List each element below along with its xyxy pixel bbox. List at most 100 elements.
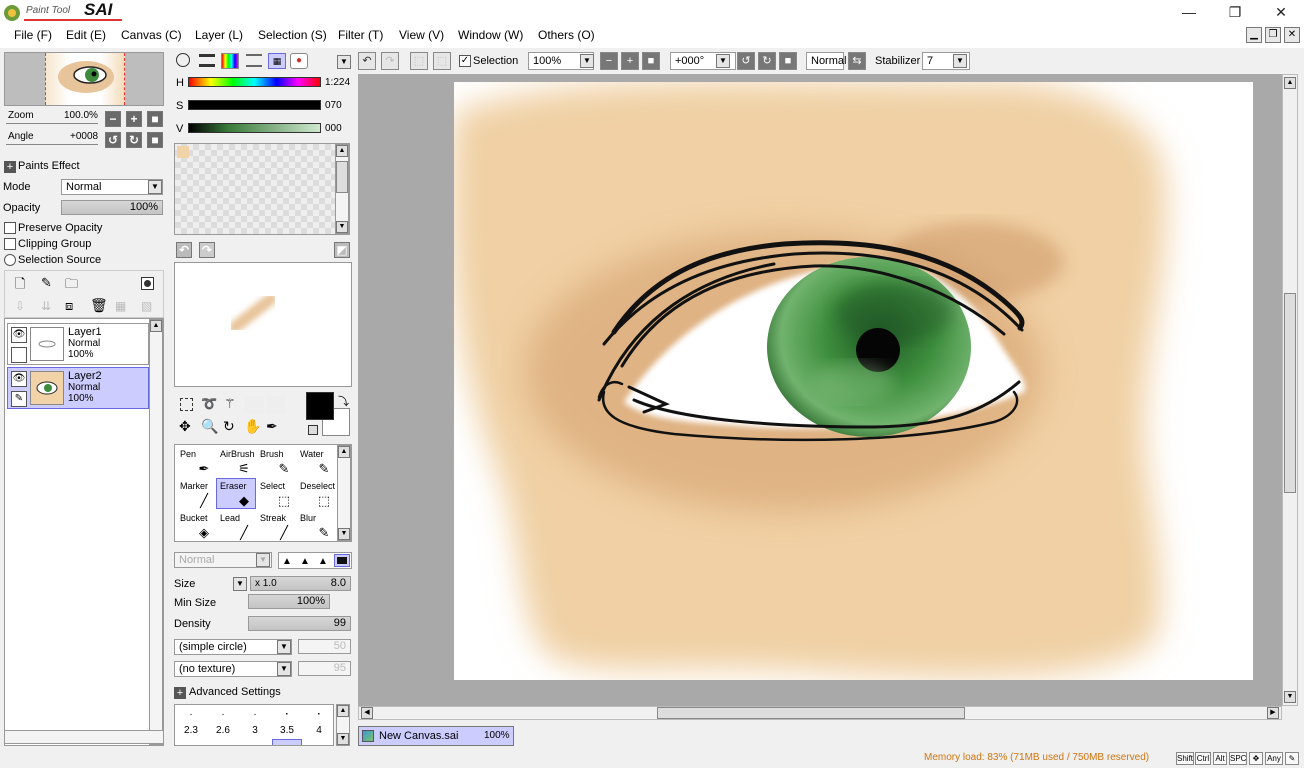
navigator-preview[interactable]	[4, 52, 164, 106]
rotate-right-button[interactable]: ↻	[126, 132, 142, 148]
tool-grid-scrollbar[interactable]: ▲ ▼	[337, 445, 351, 541]
layer-list-hscroll[interactable]	[4, 730, 164, 744]
scroll-down-icon[interactable]: ▼	[337, 733, 349, 745]
document-tab[interactable]: New Canvas.sai 100%	[358, 726, 514, 746]
tool-select[interactable]: Select ⬚	[256, 478, 296, 509]
menu-window[interactable]: Window (W)	[458, 28, 523, 42]
texture-dropdown-icon[interactable]: ▼	[277, 662, 291, 676]
menu-canvas[interactable]: Canvas (C)	[121, 28, 182, 42]
canvas-area[interactable]	[358, 74, 1282, 706]
size-dropdown-icon[interactable]: ▼	[233, 577, 247, 591]
invert-selection-button[interactable]: ⬚	[433, 52, 451, 70]
menu-layer[interactable]: Layer (L)	[195, 28, 243, 42]
primary-color[interactable]	[306, 392, 334, 420]
scroll-thumb[interactable]	[1284, 293, 1296, 493]
brush-shape-select[interactable]: (simple circle)	[174, 639, 292, 655]
minimize-button[interactable]: —	[1166, 0, 1212, 24]
shape-dropdown-icon[interactable]: ▼	[277, 640, 291, 654]
tool-marker[interactable]: Marker ╱	[176, 478, 216, 509]
redo-scratch-icon[interactable]: ↷	[199, 242, 215, 258]
scroll-up-icon[interactable]: ▲	[336, 145, 348, 157]
size-preset-selected[interactable]	[272, 739, 302, 745]
deselect-button[interactable]: ⬚	[410, 52, 428, 70]
preserve-opacity-checkbox[interactable]	[4, 222, 16, 234]
tool-pen[interactable]: Pen ✒	[176, 446, 216, 477]
scroll-thumb[interactable]	[657, 707, 965, 719]
scratchpad[interactable]	[174, 262, 352, 387]
canvas-rotate-reset-button[interactable]: ■	[779, 52, 797, 70]
mode-dropdown-icon[interactable]: ▼	[148, 180, 162, 194]
size-presets-scrollbar[interactable]: ▲ ▼	[336, 704, 350, 746]
scroll-up-icon[interactable]: ▲	[1284, 77, 1296, 89]
brush-texture-select[interactable]: (no texture)	[174, 661, 292, 677]
canvas-hscrollbar[interactable]: ◀ ▶	[358, 706, 1282, 720]
stabilizer-dropdown-icon[interactable]: ▼	[953, 54, 967, 68]
clipping-group-checkbox[interactable]	[4, 238, 16, 250]
value-slider[interactable]	[188, 123, 321, 133]
layer-mask-icon[interactable]	[141, 277, 154, 290]
layer-list-scrollbar[interactable]: ▲ ▼	[149, 319, 163, 745]
tool-streak[interactable]: Streak ╱	[256, 510, 296, 541]
rotate-reset-button[interactable]: ■	[147, 132, 163, 148]
layer-row-layer2[interactable]: 👁 ✎ Layer2 Normal 100%	[7, 367, 149, 409]
rotate-left-button[interactable]: ↺	[105, 132, 121, 148]
tool-water[interactable]: Water ✎	[296, 446, 336, 477]
menu-others[interactable]: Others (O)	[538, 28, 595, 42]
menu-selection[interactable]: Selection (S)	[258, 28, 327, 42]
menu-view[interactable]: View (V)	[399, 28, 444, 42]
canvas-paper[interactable]	[454, 82, 1253, 680]
magic-wand-icon[interactable]: ⚚	[224, 396, 236, 412]
zoom-slider[interactable]	[6, 112, 98, 124]
new-layer-icon[interactable]: 🗋	[15, 275, 25, 297]
lasso-icon[interactable]: ➰	[201, 396, 217, 412]
new-linework-layer-icon[interactable]: ✎	[41, 275, 52, 291]
shape-soft-icon[interactable]: ▲	[282, 556, 292, 567]
visibility-eye-icon[interactable]: 👁	[11, 371, 27, 387]
rotate-icon[interactable]: ↻	[223, 418, 235, 435]
shape-hard-icon[interactable]: ▲	[318, 556, 328, 567]
zoom-icon[interactable]: 🔍	[201, 418, 218, 435]
delete-layer-icon[interactable]: 🗑	[90, 297, 108, 314]
scroll-right-icon[interactable]: ▶	[1267, 707, 1279, 719]
shape-strength-slider[interactable]: 50	[298, 639, 351, 654]
delete-mask-icon[interactable]: ▧	[141, 299, 152, 313]
canvas-zoom-reset-button[interactable]: ■	[642, 52, 660, 70]
swatch-palette[interactable]: ▲ ▼	[174, 143, 350, 235]
advanced-settings-label[interactable]: Advanced Settings	[189, 686, 281, 698]
zoom-out-button[interactable]: −	[105, 111, 121, 127]
scratchpad-icon[interactable]: ●	[290, 53, 308, 69]
opacity-slider[interactable]: 100%	[61, 200, 163, 215]
undo-button[interactable]: ↶	[358, 52, 376, 70]
layer-row-layer1[interactable]: 👁 Layer1 Normal 100%	[7, 323, 149, 365]
canvas-zoom-out-button[interactable]: −	[600, 52, 618, 70]
zoom-dropdown-icon[interactable]: ▼	[580, 54, 594, 68]
mixer-icon[interactable]	[246, 54, 262, 67]
scroll-down-icon[interactable]: ▼	[1284, 691, 1296, 703]
transfer-down-icon[interactable]: ⇩	[15, 299, 25, 313]
expand-icon[interactable]: +	[4, 161, 16, 173]
scroll-left-icon[interactable]: ◀	[361, 707, 373, 719]
selection-checkbox[interactable]: ✓	[459, 55, 471, 67]
eyedropper-icon[interactable]: ✒	[266, 418, 278, 435]
flip-canvas-button[interactable]: ⇆	[848, 52, 866, 70]
size-slider[interactable]: x 1.0 8.0	[250, 576, 351, 591]
view-blend-select[interactable]: Normal	[806, 52, 846, 70]
expand-icon[interactable]: +	[174, 687, 186, 699]
redo-button[interactable]: ↷	[381, 52, 399, 70]
palette-scrollbar[interactable]: ▲ ▼	[335, 144, 349, 234]
texture-strength-slider[interactable]: 95	[298, 661, 351, 676]
canvas-rotate-left-button[interactable]: ↺	[737, 52, 755, 70]
shape-square-icon[interactable]	[334, 554, 350, 567]
scroll-up-icon[interactable]: ▲	[337, 705, 349, 717]
size-preset[interactable]: 2.6	[209, 725, 237, 736]
restore-button[interactable]: ❐	[1212, 0, 1258, 24]
menu-edit[interactable]: Edit (E)	[66, 28, 106, 42]
rect-select-icon[interactable]	[180, 398, 193, 411]
tool-brush[interactable]: Brush ✎	[256, 446, 296, 477]
clear-scratch-icon[interactable]: ◩	[334, 242, 350, 258]
close-button[interactable]: ✕	[1258, 0, 1304, 24]
canvas-vscrollbar[interactable]: ▲ ▼	[1282, 74, 1298, 706]
edit-lock-icon[interactable]	[11, 347, 27, 363]
apply-mask-icon[interactable]: ▦	[115, 299, 126, 313]
tool-lead[interactable]: Lead ╱	[216, 510, 256, 541]
